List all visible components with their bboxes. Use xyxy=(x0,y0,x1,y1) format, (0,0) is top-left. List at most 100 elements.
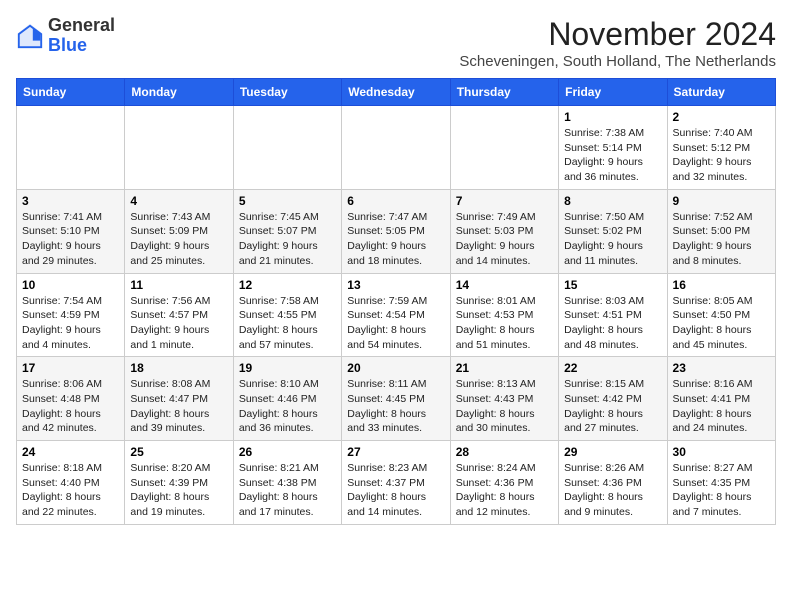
table-row: 21 Sunrise: 8:13 AMSunset: 4:43 PMDaylig… xyxy=(450,357,558,441)
day-info: Sunrise: 8:24 AMSunset: 4:36 PMDaylight:… xyxy=(456,461,553,520)
day-info: Sunrise: 7:41 AMSunset: 5:10 PMDaylight:… xyxy=(22,210,119,269)
day-number: 24 xyxy=(22,445,119,459)
day-info: Sunrise: 7:54 AMSunset: 4:59 PMDaylight:… xyxy=(22,294,119,353)
table-row xyxy=(450,106,558,190)
day-number: 22 xyxy=(564,361,661,375)
table-row: 24 Sunrise: 8:18 AMSunset: 4:40 PMDaylig… xyxy=(17,441,125,525)
logo: General Blue xyxy=(16,16,115,56)
col-friday: Friday xyxy=(559,79,667,106)
day-info: Sunrise: 8:10 AMSunset: 4:46 PMDaylight:… xyxy=(239,377,336,436)
location-title: Scheveningen, South Holland, The Netherl… xyxy=(459,53,776,70)
calendar-week-row: 17 Sunrise: 8:06 AMSunset: 4:48 PMDaylig… xyxy=(17,357,776,441)
day-number: 10 xyxy=(22,278,119,292)
table-row: 27 Sunrise: 8:23 AMSunset: 4:37 PMDaylig… xyxy=(342,441,450,525)
table-row: 13 Sunrise: 7:59 AMSunset: 4:54 PMDaylig… xyxy=(342,273,450,357)
day-info: Sunrise: 7:59 AMSunset: 4:54 PMDaylight:… xyxy=(347,294,444,353)
day-number: 18 xyxy=(130,361,227,375)
day-number: 27 xyxy=(347,445,444,459)
table-row: 23 Sunrise: 8:16 AMSunset: 4:41 PMDaylig… xyxy=(667,357,775,441)
table-row: 7 Sunrise: 7:49 AMSunset: 5:03 PMDayligh… xyxy=(450,189,558,273)
day-info: Sunrise: 8:15 AMSunset: 4:42 PMDaylight:… xyxy=(564,377,661,436)
table-row: 3 Sunrise: 7:41 AMSunset: 5:10 PMDayligh… xyxy=(17,189,125,273)
table-row xyxy=(125,106,233,190)
day-info: Sunrise: 7:52 AMSunset: 5:00 PMDaylight:… xyxy=(673,210,770,269)
table-row: 28 Sunrise: 8:24 AMSunset: 4:36 PMDaylig… xyxy=(450,441,558,525)
day-number: 12 xyxy=(239,278,336,292)
day-info: Sunrise: 8:18 AMSunset: 4:40 PMDaylight:… xyxy=(22,461,119,520)
day-number: 26 xyxy=(239,445,336,459)
day-number: 1 xyxy=(564,110,661,124)
day-number: 6 xyxy=(347,194,444,208)
day-info: Sunrise: 8:06 AMSunset: 4:48 PMDaylight:… xyxy=(22,377,119,436)
col-thursday: Thursday xyxy=(450,79,558,106)
table-row: 18 Sunrise: 8:08 AMSunset: 4:47 PMDaylig… xyxy=(125,357,233,441)
title-section: November 2024 Scheveningen, South Hollan… xyxy=(459,16,776,70)
day-info: Sunrise: 8:21 AMSunset: 4:38 PMDaylight:… xyxy=(239,461,336,520)
day-number: 29 xyxy=(564,445,661,459)
day-number: 14 xyxy=(456,278,553,292)
table-row: 6 Sunrise: 7:47 AMSunset: 5:05 PMDayligh… xyxy=(342,189,450,273)
calendar-week-row: 1 Sunrise: 7:38 AMSunset: 5:14 PMDayligh… xyxy=(17,106,776,190)
day-number: 15 xyxy=(564,278,661,292)
calendar-week-row: 3 Sunrise: 7:41 AMSunset: 5:10 PMDayligh… xyxy=(17,189,776,273)
table-row: 1 Sunrise: 7:38 AMSunset: 5:14 PMDayligh… xyxy=(559,106,667,190)
day-number: 9 xyxy=(673,194,770,208)
table-row: 17 Sunrise: 8:06 AMSunset: 4:48 PMDaylig… xyxy=(17,357,125,441)
day-number: 30 xyxy=(673,445,770,459)
day-number: 19 xyxy=(239,361,336,375)
table-row: 25 Sunrise: 8:20 AMSunset: 4:39 PMDaylig… xyxy=(125,441,233,525)
day-number: 7 xyxy=(456,194,553,208)
day-number: 5 xyxy=(239,194,336,208)
table-row: 15 Sunrise: 8:03 AMSunset: 4:51 PMDaylig… xyxy=(559,273,667,357)
day-info: Sunrise: 8:16 AMSunset: 4:41 PMDaylight:… xyxy=(673,377,770,436)
day-info: Sunrise: 7:49 AMSunset: 5:03 PMDaylight:… xyxy=(456,210,553,269)
day-number: 25 xyxy=(130,445,227,459)
day-info: Sunrise: 8:20 AMSunset: 4:39 PMDaylight:… xyxy=(130,461,227,520)
day-info: Sunrise: 8:23 AMSunset: 4:37 PMDaylight:… xyxy=(347,461,444,520)
day-info: Sunrise: 7:38 AMSunset: 5:14 PMDaylight:… xyxy=(564,126,661,185)
day-info: Sunrise: 8:11 AMSunset: 4:45 PMDaylight:… xyxy=(347,377,444,436)
table-row xyxy=(233,106,341,190)
day-number: 2 xyxy=(673,110,770,124)
day-number: 16 xyxy=(673,278,770,292)
calendar-week-row: 24 Sunrise: 8:18 AMSunset: 4:40 PMDaylig… xyxy=(17,441,776,525)
day-number: 11 xyxy=(130,278,227,292)
table-row: 8 Sunrise: 7:50 AMSunset: 5:02 PMDayligh… xyxy=(559,189,667,273)
table-row: 5 Sunrise: 7:45 AMSunset: 5:07 PMDayligh… xyxy=(233,189,341,273)
day-info: Sunrise: 8:05 AMSunset: 4:50 PMDaylight:… xyxy=(673,294,770,353)
table-row: 19 Sunrise: 8:10 AMSunset: 4:46 PMDaylig… xyxy=(233,357,341,441)
table-row: 2 Sunrise: 7:40 AMSunset: 5:12 PMDayligh… xyxy=(667,106,775,190)
day-info: Sunrise: 8:03 AMSunset: 4:51 PMDaylight:… xyxy=(564,294,661,353)
day-number: 3 xyxy=(22,194,119,208)
header: General Blue November 2024 Scheveningen,… xyxy=(16,16,776,70)
day-info: Sunrise: 7:40 AMSunset: 5:12 PMDaylight:… xyxy=(673,126,770,185)
calendar-week-row: 10 Sunrise: 7:54 AMSunset: 4:59 PMDaylig… xyxy=(17,273,776,357)
day-number: 20 xyxy=(347,361,444,375)
logo-icon xyxy=(16,22,44,50)
day-info: Sunrise: 7:43 AMSunset: 5:09 PMDaylight:… xyxy=(130,210,227,269)
col-saturday: Saturday xyxy=(667,79,775,106)
logo-text: General Blue xyxy=(48,16,115,56)
col-tuesday: Tuesday xyxy=(233,79,341,106)
table-row: 12 Sunrise: 7:58 AMSunset: 4:55 PMDaylig… xyxy=(233,273,341,357)
table-row: 30 Sunrise: 8:27 AMSunset: 4:35 PMDaylig… xyxy=(667,441,775,525)
calendar-header-row: Sunday Monday Tuesday Wednesday Thursday… xyxy=(17,79,776,106)
day-number: 17 xyxy=(22,361,119,375)
table-row: 4 Sunrise: 7:43 AMSunset: 5:09 PMDayligh… xyxy=(125,189,233,273)
day-info: Sunrise: 8:08 AMSunset: 4:47 PMDaylight:… xyxy=(130,377,227,436)
table-row xyxy=(17,106,125,190)
table-row: 26 Sunrise: 8:21 AMSunset: 4:38 PMDaylig… xyxy=(233,441,341,525)
day-info: Sunrise: 7:47 AMSunset: 5:05 PMDaylight:… xyxy=(347,210,444,269)
day-number: 13 xyxy=(347,278,444,292)
day-number: 4 xyxy=(130,194,227,208)
table-row xyxy=(342,106,450,190)
col-sunday: Sunday xyxy=(17,79,125,106)
calendar: Sunday Monday Tuesday Wednesday Thursday… xyxy=(16,78,776,525)
day-info: Sunrise: 7:56 AMSunset: 4:57 PMDaylight:… xyxy=(130,294,227,353)
table-row: 16 Sunrise: 8:05 AMSunset: 4:50 PMDaylig… xyxy=(667,273,775,357)
col-monday: Monday xyxy=(125,79,233,106)
table-row: 29 Sunrise: 8:26 AMSunset: 4:36 PMDaylig… xyxy=(559,441,667,525)
col-wednesday: Wednesday xyxy=(342,79,450,106)
day-info: Sunrise: 7:45 AMSunset: 5:07 PMDaylight:… xyxy=(239,210,336,269)
day-number: 28 xyxy=(456,445,553,459)
